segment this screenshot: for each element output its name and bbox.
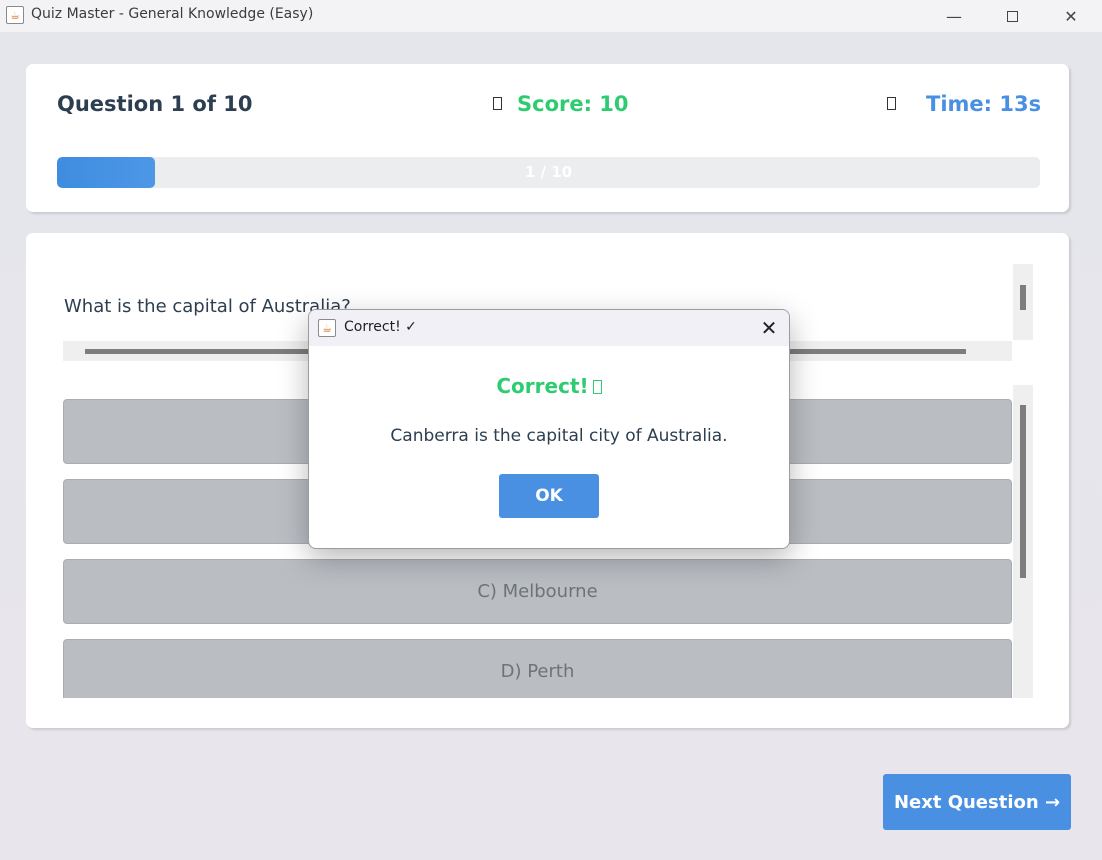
dialog-message: Canberra is the capital city of Australi… (390, 426, 728, 446)
answer-option-d[interactable]: D) Perth (63, 639, 1012, 698)
result-dialog: ☕ Correct! ✓ ✕ Correct! Canberra is the … (308, 309, 790, 549)
progress-label: 1 / 10 (524, 163, 573, 181)
java-cup-icon: ☕ (318, 319, 336, 337)
dialog-heading: Correct! (309, 374, 789, 398)
dialog-title: Correct! ✓ (344, 319, 417, 335)
next-question-button[interactable]: Next Question → (883, 774, 1071, 830)
scrollbar-thumb[interactable] (1020, 285, 1026, 310)
question-vertical-scrollbar[interactable] (1013, 264, 1033, 340)
progress-bar: 1 / 10 (57, 157, 1040, 188)
dialog-heading-text: Correct! (496, 374, 589, 398)
ok-button[interactable]: OK (499, 474, 599, 518)
timer-label: Time: 13s (926, 92, 1042, 116)
java-cup-icon: ☕ (6, 6, 24, 24)
minimize-button[interactable]: — (925, 0, 983, 32)
maximize-icon (1006, 10, 1018, 22)
status-header-card: Question 1 of 10 Score: 10 Time: 13s 1 /… (26, 64, 1069, 212)
options-vertical-scrollbar[interactable] (1013, 385, 1033, 698)
timer-icon (887, 97, 896, 110)
close-window-button[interactable]: ✕ (1042, 0, 1100, 32)
score-icon (493, 97, 502, 110)
close-icon: ✕ (1064, 6, 1078, 26)
scrollbar-thumb[interactable] (1020, 405, 1026, 578)
missing-glyph-icon (592, 380, 602, 394)
minimize-icon: — (946, 6, 962, 26)
dialog-close-button[interactable]: ✕ (757, 316, 781, 340)
close-icon: ✕ (760, 316, 778, 340)
answer-option-c[interactable]: C) Melbourne (63, 559, 1012, 624)
window-titlebar: ☕ Quiz Master - General Knowledge (Easy)… (0, 0, 1102, 32)
score-label: Score: 10 (517, 92, 629, 116)
window-title: Quiz Master - General Knowledge (Easy) (31, 6, 314, 22)
dialog-titlebar: ☕ Correct! ✓ ✕ (309, 310, 789, 346)
maximize-button[interactable] (983, 0, 1041, 32)
question-counter: Question 1 of 10 (57, 92, 253, 116)
